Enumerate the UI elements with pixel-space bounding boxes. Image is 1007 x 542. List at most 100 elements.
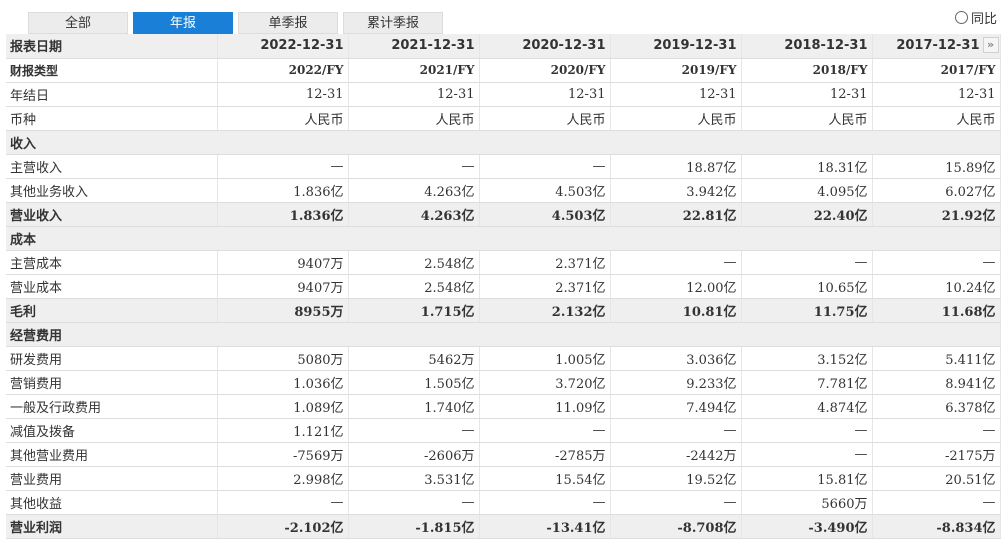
table-cell: -2.102亿 — [217, 514, 349, 539]
table-cell: -7569万 — [217, 442, 349, 467]
row-label: 其他收益 — [6, 490, 218, 515]
table-cell: 2.998亿 — [217, 466, 349, 491]
table-cell: 8955万 — [217, 298, 349, 323]
table-cell: — — [741, 442, 873, 467]
table-row: 营销费用 1.036亿 1.505亿 3.720亿 9.233亿 7.781亿 8.941亿 — [6, 370, 1001, 395]
table-cell: — — [479, 418, 611, 443]
table-row: 一般及行政费用 1.089亿 1.740亿 11.09亿 7.494亿 4.874亿 6.3… — [6, 394, 1001, 419]
row-label: 营业利润 — [6, 514, 218, 539]
table-cell: 18.87亿 — [610, 154, 742, 179]
row-label: 年结日 — [6, 82, 218, 107]
table-cell: 3.942亿 — [610, 178, 742, 203]
table-cell: 4.874亿 — [741, 394, 873, 419]
table-row: 其他营业费用 -7569万 -2606万 -2785万 -2442万 — -2175万 — [6, 442, 1001, 467]
table-cell: 人民币 — [217, 106, 349, 131]
table-cell: 1.715亿 — [348, 298, 480, 323]
table-cell: 1.836亿 — [217, 178, 349, 203]
row-label: 毛利 — [6, 298, 218, 323]
table-cell: — — [610, 418, 742, 443]
table-cell: 9407万 — [217, 274, 349, 299]
table-cell: 12-31 — [741, 82, 873, 107]
table-cell: — — [348, 154, 480, 179]
table-row: 营业费用 2.998亿 3.531亿 15.54亿 19.52亿 15.81亿 20.51亿 — [6, 466, 1001, 491]
table-row: 币种 人民币 人民币 人民币 人民币 人民币 人民币 — [6, 106, 1001, 131]
table-cell: 2021/FY — [348, 58, 480, 83]
table-cell: -13.41亿 — [479, 514, 611, 539]
section-row: 成本 — [6, 226, 1001, 251]
table-cell: 1.505亿 — [348, 370, 480, 395]
table-cell: 9.233亿 — [610, 370, 742, 395]
header-date-1: 2021-12-31 — [348, 34, 480, 59]
table-cell: 2.548亿 — [348, 250, 480, 275]
row-label: 主营收入 — [6, 154, 218, 179]
section-row: 收入 — [6, 130, 1001, 155]
table-cell: 11.68亿 — [872, 298, 1001, 323]
table-cell: -3.490亿 — [741, 514, 873, 539]
row-label: 主营成本 — [6, 250, 218, 275]
table-cell: 5.411亿 — [872, 346, 1001, 371]
section-label: 经营费用 — [6, 322, 1001, 347]
table-row: 其他收益 — — — —5660万 — — [6, 490, 1001, 515]
table-cell: 1.005亿 — [479, 346, 611, 371]
tab-3[interactable]: 累计季报 — [343, 12, 443, 34]
table-cell: 5080万 — [217, 346, 349, 371]
table-cell: 5462万 — [348, 346, 480, 371]
table-cell: 22.81亿 — [610, 202, 742, 227]
table-cell: 2.548亿 — [348, 274, 480, 299]
row-label: 营销费用 — [6, 370, 218, 395]
header-date-4: 2018-12-31 — [741, 34, 873, 59]
table-cell: 6.027亿 — [872, 178, 1001, 203]
table-cell: 8.941亿 — [872, 370, 1001, 395]
header-report-date: 报表日期 — [6, 34, 218, 59]
table-cell: 7.781亿 — [741, 370, 873, 395]
table-cell: — — [348, 490, 480, 515]
table-cell: 12-31 — [479, 82, 611, 107]
table-cell: — — [610, 250, 742, 275]
section-row: 经营费用 — [6, 322, 1001, 347]
table-cell: 3.531亿 — [348, 466, 480, 491]
table-cell: 人民币 — [348, 106, 480, 131]
row-label: 营业成本 — [6, 274, 218, 299]
table-cell: -8.708亿 — [610, 514, 742, 539]
row-label: 减值及拨备 — [6, 418, 218, 443]
row-label: 一般及行政费用 — [6, 394, 218, 419]
table-cell: 11.75亿 — [741, 298, 873, 323]
tab-1[interactable]: 年报 — [133, 12, 233, 34]
table-cell: 2019/FY — [610, 58, 742, 83]
table-cell: 4.263亿 — [348, 202, 480, 227]
table-cell: — — [872, 418, 1001, 443]
row-label: 币种 — [6, 106, 218, 131]
table-cell: 3.152亿 — [741, 346, 873, 371]
table-cell: 1.036亿 — [217, 370, 349, 395]
table-cell: — — [741, 250, 873, 275]
table-cell: 10.65亿 — [741, 274, 873, 299]
table-cell: 人民币 — [872, 106, 1001, 131]
financial-statement-table: 报表日期 2022-12-31 2021-12-31 2020-12-31 2019-… — [6, 34, 1001, 539]
table-cell: 2017/FY — [872, 58, 1001, 83]
table-cell: 2020/FY — [479, 58, 611, 83]
table-cell: 12.00亿 — [610, 274, 742, 299]
tab-2[interactable]: 单季报 — [238, 12, 338, 34]
double-chevron-right-icon[interactable]: » — [982, 37, 999, 53]
table-header-row: 报表日期 2022-12-31 2021-12-31 2020-12-31 2019-… — [6, 34, 1001, 59]
table-cell: 人民币 — [479, 106, 611, 131]
yoy-toggle[interactable]: 同比 — [955, 8, 998, 27]
yoy-radio-icon[interactable] — [955, 10, 968, 24]
table-cell: 10.24亿 — [872, 274, 1001, 299]
table-cell: 5660万 — [741, 490, 873, 515]
table-cell: -2442万 — [610, 442, 742, 467]
table-cell: 19.52亿 — [610, 466, 742, 491]
row-label: 其他业务收入 — [6, 178, 218, 203]
section-label: 成本 — [6, 226, 1001, 251]
table-row: 减值及拨备 1.121亿 — — — — — — [6, 418, 1001, 443]
yoy-label: 同比 — [971, 11, 998, 27]
table-cell: 12-31 — [610, 82, 742, 107]
table-cell: — — [872, 250, 1001, 275]
table-cell: -2785万 — [479, 442, 611, 467]
tab-0[interactable]: 全部 — [28, 12, 128, 34]
header-date-0: 2022-12-31 — [217, 34, 349, 59]
table-cell: 2.132亿 — [479, 298, 611, 323]
table-cell: 6.378亿 — [872, 394, 1001, 419]
table-cell: 7.494亿 — [610, 394, 742, 419]
table-cell: 12-31 — [217, 82, 349, 107]
